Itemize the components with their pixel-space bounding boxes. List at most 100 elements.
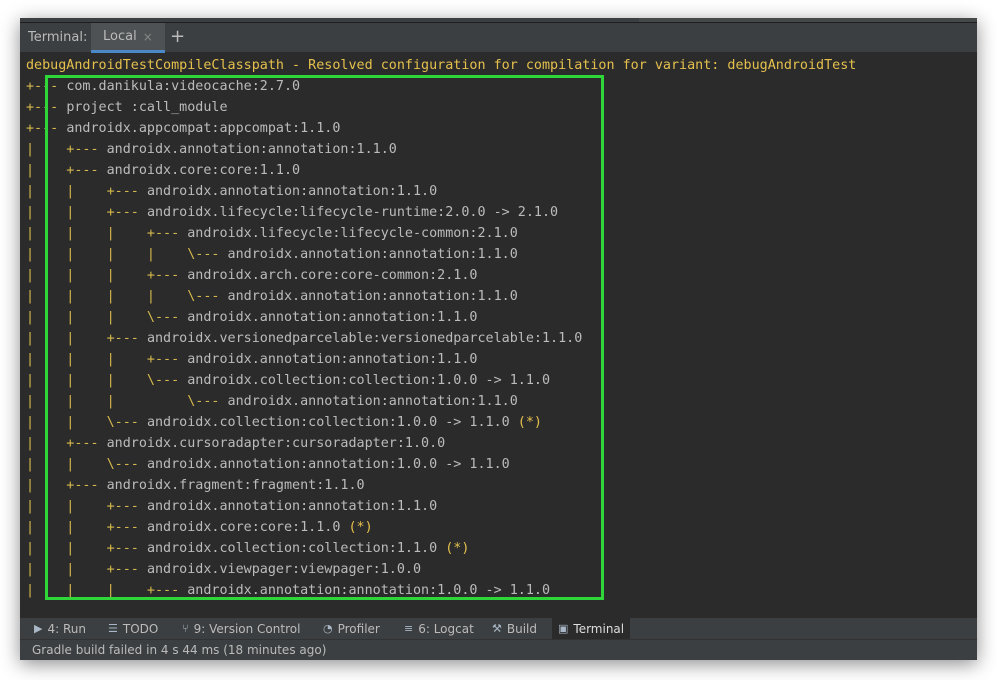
dependency-name: androidx.annotation:annotation:1.1.0 bbox=[227, 247, 518, 262]
tree-connector: | +--- bbox=[26, 478, 107, 493]
tree-connector: | | | +--- bbox=[26, 352, 188, 367]
dependency-name: androidx.annotation:annotation:1.1.0 bbox=[106, 142, 397, 157]
tree-connector: | | | \--- bbox=[26, 373, 188, 388]
terminal-icon: ▣ bbox=[558, 622, 569, 635]
dependency-line: | | | +--- androidx.annotation:annotatio… bbox=[26, 580, 550, 601]
terminal-tabbar: Terminal: Local × + bbox=[20, 23, 977, 53]
tree-connector: +--- bbox=[26, 121, 67, 136]
omitted-marker: (*) bbox=[445, 541, 470, 556]
tree-connector: | | \--- bbox=[26, 457, 147, 472]
dependency-name: androidx.lifecycle:lifecycle-runtime:2.0… bbox=[146, 205, 559, 220]
dependency-line: +--- com.danikula:videocache:2.7.0 bbox=[26, 76, 300, 97]
dependency-line: | | +--- androidx.annotation:annotation:… bbox=[26, 496, 437, 517]
tree-connector: | | | \--- bbox=[26, 310, 188, 325]
dependency-name: androidx.lifecycle:lifecycle-common:2.1.… bbox=[187, 226, 518, 241]
omitted-marker: (*) bbox=[517, 415, 542, 430]
tree-connector: | | +--- bbox=[26, 541, 147, 556]
tool-build-button[interactable]: ⚒ Build bbox=[486, 618, 543, 639]
tab-local-label: Local bbox=[103, 29, 137, 44]
tree-connector: | | +--- bbox=[26, 205, 147, 220]
tree-connector: | | +--- bbox=[26, 184, 147, 199]
tree-connector: | +--- bbox=[26, 163, 107, 178]
dependency-name: androidx.versionedparcelable:versionedpa… bbox=[146, 331, 583, 346]
logcat-icon: ≡ bbox=[404, 622, 414, 635]
build-icon: ⚒ bbox=[492, 622, 502, 635]
dependency-line: | | | | \--- androidx.annotation:annotat… bbox=[26, 244, 518, 265]
dependency-line: | | \--- androidx.annotation:annotation:… bbox=[26, 454, 510, 475]
status-message: Gradle build failed in 4 s 44 ms (18 min… bbox=[32, 643, 327, 657]
tree-connector: +--- bbox=[26, 100, 67, 115]
tool-window-bar: ▶ 4: Run ☰ TODO ⑂ 9: Version Control ◔ P… bbox=[20, 617, 977, 639]
dependency-line: | | | +--- androidx.lifecycle:lifecycle-… bbox=[26, 223, 518, 244]
tool-run-label: 4: Run bbox=[47, 621, 86, 636]
run-icon: ▶ bbox=[34, 622, 43, 635]
dependency-line: | | | | \--- androidx.annotation:annotat… bbox=[26, 286, 518, 307]
tool-terminal-button[interactable]: ▣ Terminal bbox=[552, 618, 631, 639]
tree-connector: | | | | \--- bbox=[26, 247, 228, 262]
dependency-name: androidx.annotation:annotation:1.1.0 bbox=[146, 499, 438, 514]
dependency-line: | +--- androidx.fragment:fragment:1.1.0 bbox=[26, 475, 365, 496]
dependency-name: androidx.annotation:annotation:1.0.0 -> … bbox=[146, 457, 510, 472]
dependency-line: | | +--- androidx.collection:collection:… bbox=[26, 538, 469, 559]
dependency-name: androidx.annotation:annotation:1.1.0 bbox=[187, 310, 478, 325]
tree-connector: | | +--- bbox=[26, 331, 147, 346]
todo-icon: ☰ bbox=[108, 622, 118, 635]
dependency-line: | +--- androidx.cursoradapter:cursoradap… bbox=[26, 433, 445, 454]
tool-profiler-button[interactable]: ◔ Profiler bbox=[317, 618, 386, 639]
close-icon[interactable]: × bbox=[143, 30, 153, 44]
tool-logcat-label: 6: Logcat bbox=[418, 621, 474, 636]
dependency-name: androidx.annotation:annotation:1.0.0 -> … bbox=[187, 583, 551, 598]
dependency-name: com.danikula:videocache:2.7.0 bbox=[66, 79, 301, 94]
dependency-line: | | | +--- androidx.arch.core:core-commo… bbox=[26, 265, 477, 286]
dependency-name: androidx.collection:collection:1.1.0 bbox=[146, 541, 446, 556]
tree-connector: | +--- bbox=[26, 436, 107, 451]
terminal-output[interactable]: debugAndroidTestCompileClasspath - Resol… bbox=[20, 53, 977, 613]
dependency-name: androidx.core:core:1.1.0 bbox=[146, 520, 349, 535]
add-tab-icon[interactable]: + bbox=[170, 26, 185, 47]
dependency-line: | | +--- androidx.core:core:1.1.0 (*) bbox=[26, 517, 373, 538]
terminal-caption: Terminal: bbox=[28, 30, 88, 45]
dependency-line: | | \--- androidx.collection:collection:… bbox=[26, 412, 542, 433]
dependency-name: androidx.cursoradapter:cursoradapter:1.0… bbox=[106, 436, 446, 451]
tool-terminal-label: Terminal bbox=[573, 621, 625, 636]
dependency-line: | | | \--- androidx.annotation:annotatio… bbox=[26, 391, 518, 412]
tree-connector: | | +--- bbox=[26, 499, 147, 514]
dependency-name: androidx.collection:collection:1.0.0 -> … bbox=[187, 373, 551, 388]
tree-connector: | | +--- bbox=[26, 520, 147, 535]
dependency-line: | | +--- androidx.lifecycle:lifecycle-ru… bbox=[26, 202, 558, 223]
tool-version-control-label: 9: Version Control bbox=[193, 621, 301, 636]
tool-run-button[interactable]: ▶ 4: Run bbox=[28, 618, 92, 639]
profiler-icon: ◔ bbox=[323, 622, 333, 635]
terminal-header-line: debugAndroidTestCompileClasspath - Resol… bbox=[26, 58, 857, 73]
tool-todo-button[interactable]: ☰ TODO bbox=[102, 618, 164, 639]
dependency-line: | +--- androidx.core:core:1.1.0 bbox=[26, 160, 300, 181]
dependency-line: +--- project :call_module bbox=[26, 97, 228, 118]
tool-todo-label: TODO bbox=[122, 621, 159, 636]
dependency-name: androidx.annotation:annotation:1.1.0 bbox=[187, 352, 478, 367]
dependency-name: androidx.viewpager:viewpager:1.0.0 bbox=[146, 562, 422, 577]
version-control-icon: ⑂ bbox=[182, 622, 189, 635]
tab-local[interactable]: Local × bbox=[91, 23, 165, 53]
tool-version-control-button[interactable]: ⑂ 9: Version Control bbox=[176, 618, 306, 639]
dependency-line: | | +--- androidx.annotation:annotation:… bbox=[26, 181, 437, 202]
tree-connector: | | +--- bbox=[26, 562, 147, 577]
tool-logcat-button[interactable]: ≡ 6: Logcat bbox=[398, 618, 480, 639]
dependency-line: | | | \--- androidx.collection:collectio… bbox=[26, 370, 550, 391]
tree-connector: +--- bbox=[26, 79, 67, 94]
dependency-line: | | +--- androidx.versionedparcelable:ve… bbox=[26, 328, 582, 349]
dependency-line: | +--- androidx.annotation:annotation:1.… bbox=[26, 139, 397, 160]
tree-connector: | | | \--- bbox=[26, 394, 228, 409]
ide-window: Terminal: Local × + debugAndroidTestComp… bbox=[20, 18, 977, 660]
dependency-name: androidx.fragment:fragment:1.1.0 bbox=[106, 478, 365, 493]
dependency-name: androidx.annotation:annotation:1.1.0 bbox=[227, 289, 518, 304]
dependency-name: androidx.annotation:annotation:1.1.0 bbox=[146, 184, 438, 199]
dependency-line: | | +--- androidx.viewpager:viewpager:1.… bbox=[26, 559, 421, 580]
dependency-line: +--- androidx.appcompat:appcompat:1.1.0 bbox=[26, 118, 340, 139]
omitted-marker: (*) bbox=[348, 520, 373, 535]
dependency-line: | | | +--- androidx.annotation:annotatio… bbox=[26, 349, 477, 370]
top-strip-right bbox=[639, 18, 977, 22]
dependency-name: androidx.annotation:annotation:1.1.0 bbox=[227, 394, 518, 409]
tree-connector: | | | | \--- bbox=[26, 289, 228, 304]
tree-connector: | | \--- bbox=[26, 415, 147, 430]
dependency-name: androidx.appcompat:appcompat:1.1.0 bbox=[66, 121, 341, 136]
